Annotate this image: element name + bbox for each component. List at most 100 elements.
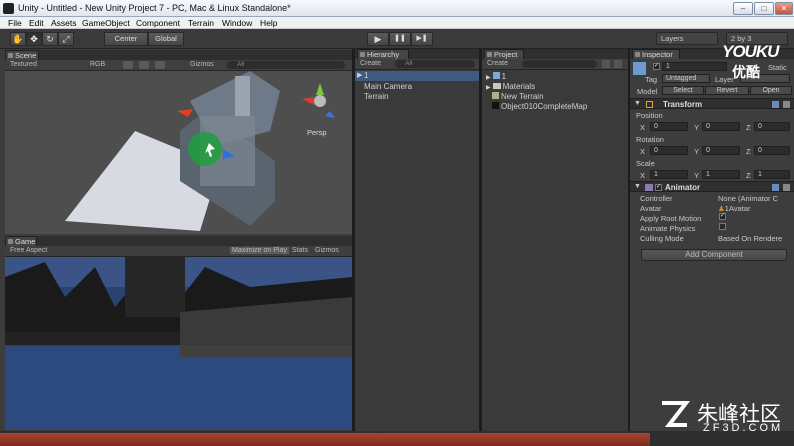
- menu-window[interactable]: Window: [222, 18, 252, 28]
- render-mode-dropdown[interactable]: RGB: [90, 61, 105, 68]
- menu-help[interactable]: Help: [260, 18, 277, 28]
- tag-dropdown[interactable]: Untagged: [662, 74, 710, 83]
- filter-label-icon[interactable]: [614, 60, 622, 68]
- scene-orientation-gizmo[interactable]: [314, 95, 326, 107]
- pause-button[interactable]: ❚❚: [389, 32, 411, 46]
- scale-y-field[interactable]: 1: [702, 170, 740, 179]
- hierarchy-panel: Hierarchy Create All ▶ 1 Main Camera Ter…: [355, 49, 479, 431]
- pos-y-label: Y: [694, 123, 700, 132]
- menu-gameobject[interactable]: GameObject: [82, 18, 130, 28]
- scale-tool-icon[interactable]: ⤢: [58, 32, 74, 46]
- help-icon[interactable]: [772, 184, 779, 191]
- collapse-arrow-icon[interactable]: ▼: [634, 100, 641, 107]
- layer-label: Layer: [715, 75, 734, 84]
- animator-enabled-checkbox[interactable]: ✓: [655, 184, 662, 191]
- maximize-button[interactable]: □: [754, 2, 774, 15]
- folder-icon: [492, 83, 501, 89]
- settings-gear-icon[interactable]: [783, 184, 790, 191]
- settings-gear-icon[interactable]: [783, 101, 790, 108]
- menu-terrain[interactable]: Terrain: [188, 18, 214, 28]
- rotation-x-field[interactable]: 0: [650, 146, 688, 155]
- root-motion-checkbox[interactable]: ✓: [719, 213, 726, 220]
- active-checkbox[interactable]: ✓: [653, 63, 660, 70]
- scene-tabbar: Scene: [5, 50, 352, 60]
- maximize-on-play-toggle[interactable]: Maximize on Play: [230, 247, 289, 254]
- tab-scene[interactable]: Scene: [5, 50, 39, 60]
- aspect-dropdown[interactable]: Free Aspect: [10, 247, 47, 254]
- hand-tool-icon[interactable]: ✋: [10, 32, 26, 46]
- rotate-gizmo-green[interactable]: [188, 132, 222, 166]
- project-item-materials[interactable]: ▶ Materials: [486, 82, 535, 91]
- tab-hierarchy[interactable]: Hierarchy: [357, 49, 409, 59]
- scale-z-field[interactable]: 1: [754, 170, 790, 179]
- animate-physics-checkbox[interactable]: [719, 223, 726, 230]
- rotation-label: Rotation: [636, 135, 664, 144]
- rotation-y-field[interactable]: 0: [702, 146, 740, 155]
- space-global-button[interactable]: Global: [148, 32, 184, 46]
- lighting-toggle-icon[interactable]: [123, 61, 133, 69]
- scene-canvas: [65, 71, 335, 231]
- hierarchy-search-input[interactable]: All: [395, 60, 475, 68]
- menu-assets[interactable]: Assets: [51, 18, 77, 28]
- position-y-field[interactable]: 0: [702, 122, 740, 131]
- culling-mode-dropdown[interactable]: Based On Rendere: [718, 234, 782, 243]
- gizmo-z-arrow-icon[interactable]: [325, 111, 335, 118]
- scene-search-input[interactable]: All: [227, 61, 345, 69]
- filter-type-icon[interactable]: [602, 60, 610, 68]
- audio-toggle-icon[interactable]: [155, 61, 165, 69]
- menu-edit[interactable]: Edit: [29, 18, 44, 28]
- project-search-input[interactable]: [522, 60, 597, 68]
- position-x-field[interactable]: 0: [650, 122, 688, 131]
- tab-game[interactable]: Game: [5, 236, 37, 246]
- persp-label[interactable]: Persp: [307, 128, 327, 137]
- tab-project[interactable]: Project: [484, 49, 524, 59]
- menu-file[interactable]: File: [8, 18, 22, 28]
- hierarchy-row-selected[interactable]: ▶ 1: [355, 71, 479, 81]
- close-button[interactable]: ✕: [775, 2, 793, 15]
- prefab-open-button[interactable]: Open: [750, 86, 792, 95]
- animator-header[interactable]: ▼ ✓ Animator: [630, 181, 794, 192]
- scene-image-toggle-icon[interactable]: [139, 61, 149, 69]
- help-icon[interactable]: [772, 101, 779, 108]
- add-component-button[interactable]: Add Component: [641, 249, 787, 261]
- project-item-new-terrain[interactable]: New Terrain: [492, 92, 544, 101]
- pivot-label: Center: [114, 34, 138, 43]
- step-button[interactable]: ▶❚: [411, 32, 433, 46]
- rotate-tool-icon[interactable]: ↻: [42, 32, 58, 46]
- move-tool-icon[interactable]: ✥: [26, 32, 42, 46]
- play-button[interactable]: ▶: [367, 32, 389, 46]
- hierarchy-item-main-camera[interactable]: Main Camera: [364, 82, 412, 91]
- gizmos-dropdown[interactable]: Gizmos: [190, 61, 214, 68]
- project-create-dropdown[interactable]: Create: [487, 60, 508, 67]
- tab-inspector[interactable]: Inspector: [632, 49, 680, 59]
- layers-dropdown[interactable]: Layers: [656, 32, 718, 45]
- minimize-button[interactable]: –: [733, 2, 753, 15]
- project-item-object010[interactable]: Object010CompleteMap: [492, 102, 587, 111]
- pivot-center-button[interactable]: Center: [104, 32, 148, 46]
- scene-viewport[interactable]: Persp: [5, 71, 352, 234]
- game-gizmos-dropdown[interactable]: Gizmos: [315, 247, 339, 254]
- position-z-field[interactable]: 0: [754, 122, 790, 131]
- prefab-select-button[interactable]: Select: [662, 86, 704, 95]
- collapse-arrow-icon[interactable]: ▼: [634, 183, 641, 190]
- space-label: Global: [155, 34, 177, 43]
- expand-arrow-icon[interactable]: ▶: [357, 71, 362, 79]
- shading-dropdown[interactable]: Textured: [10, 61, 37, 68]
- rotation-z-field[interactable]: 0: [754, 146, 790, 155]
- gizmo-y-arrow-icon[interactable]: [316, 83, 324, 95]
- transform-header[interactable]: ▼ Transform: [630, 98, 794, 109]
- static-label[interactable]: Static: [768, 63, 787, 72]
- prefab-revert-button[interactable]: Revert: [705, 86, 749, 95]
- hierarchy-create-dropdown[interactable]: Create: [360, 60, 381, 67]
- x-axis-arrow-icon[interactable]: [177, 109, 193, 117]
- expand-arrow-icon: ▶: [486, 85, 491, 91]
- gizmo-x-arrow-icon[interactable]: [302, 97, 314, 105]
- menu-component[interactable]: Component: [136, 18, 180, 28]
- scale-x-field[interactable]: 1: [650, 170, 688, 179]
- avatar-field[interactable]: ♟1Avatar: [718, 204, 750, 213]
- controller-field[interactable]: None (Animator C: [718, 194, 778, 203]
- project-item-1[interactable]: ▶ 1: [486, 72, 506, 81]
- hierarchy-item-terrain[interactable]: Terrain: [364, 92, 388, 101]
- stats-toggle[interactable]: Stats: [292, 247, 308, 254]
- object-name-field[interactable]: 1: [662, 62, 727, 71]
